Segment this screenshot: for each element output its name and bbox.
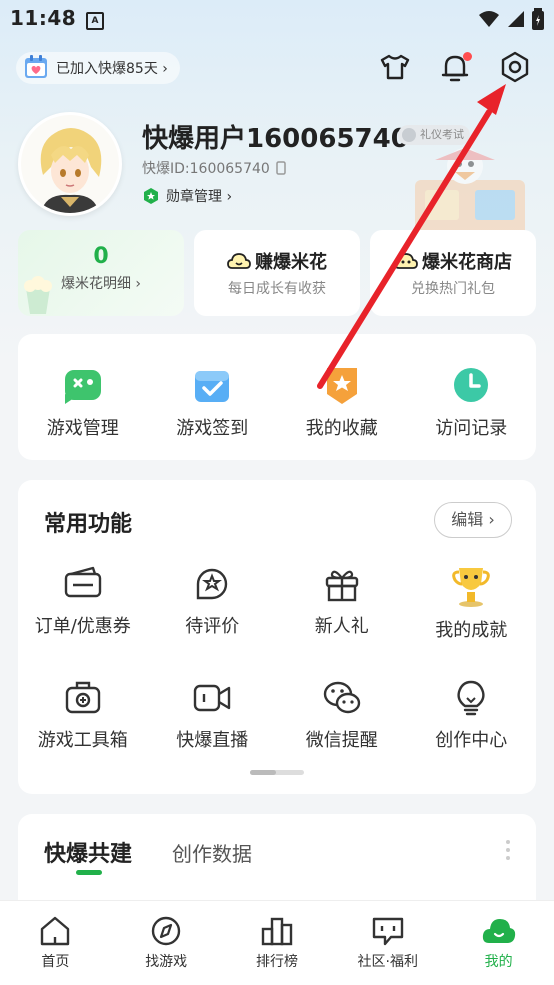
live-stream-label: 快爆直播 <box>176 730 249 751</box>
tab-creation-data[interactable]: 创作数据 <box>172 838 252 867</box>
clock-icon <box>454 368 489 402</box>
game-management-label: 游戏管理 <box>46 418 119 439</box>
header-actions <box>378 50 532 84</box>
nav-find-games[interactable]: 找游戏 <box>116 901 216 985</box>
popcorn-shop-card[interactable]: 爆米花商店 兑换热门礼包 <box>370 230 536 316</box>
medal-badge-icon <box>144 188 158 204</box>
my-achievements-button[interactable]: 我的成就 <box>411 564 531 642</box>
visit-history-label: 访问记录 <box>435 418 508 439</box>
ranking-icon <box>261 917 293 946</box>
my-favorites-label: 我的收藏 <box>305 418 378 439</box>
status-time: 11:48 <box>10 6 77 30</box>
popcorn-shop-title: 爆米花商店 <box>422 252 512 273</box>
orders-coupons-button[interactable]: 订单/优惠券 <box>23 564 143 642</box>
popcorn-shop-subtitle: 兑换热门礼包 <box>411 281 495 297</box>
tab-co-build-label: 快爆共建 <box>44 842 133 867</box>
game-checkin-button[interactable]: 游戏签到 <box>157 364 267 440</box>
theme-decoration-illustration <box>415 148 525 240</box>
popcorn-icon <box>24 276 52 314</box>
common-functions-card: 常用功能 编辑 › 订单/优惠券 待评价 新人礼 我的成就 游戏工具箱 快爆直播 <box>18 480 536 794</box>
nav-rankings-label: 排行榜 <box>255 954 298 970</box>
signal-icon <box>508 11 524 27</box>
quick-actions-card: 游戏管理 游戏签到 我的收藏 访问记录 <box>18 334 536 460</box>
status-bar: 11:48 A <box>0 0 554 40</box>
gamepad-icon <box>64 370 101 404</box>
settings-icon[interactable] <box>498 50 532 84</box>
shirt-icon[interactable] <box>378 50 412 84</box>
notification-dot <box>463 52 472 61</box>
calendar-heart-icon <box>25 55 47 78</box>
user-id: 快爆ID:160065740 <box>142 161 270 177</box>
trophy-icon <box>452 568 491 607</box>
pending-reviews-button[interactable]: 待评价 <box>152 564 272 642</box>
nav-find-games-label: 找游戏 <box>145 954 188 970</box>
joined-days-pill[interactable]: 已加入快爆85天 › <box>16 52 180 84</box>
tab-co-build[interactable]: 快爆共建 <box>44 836 133 875</box>
home-icon <box>41 916 70 946</box>
battery-icon <box>532 8 544 30</box>
nav-community-welfare[interactable]: 社区·福利 <box>338 901 438 985</box>
avatar-image <box>21 115 119 213</box>
bell-icon[interactable] <box>438 50 472 84</box>
a-notification-icon: A <box>86 12 104 30</box>
game-toolbox-label: 游戏工具箱 <box>37 730 128 751</box>
newcomer-gift-button[interactable]: 新人礼 <box>282 564 402 642</box>
toolbox-icon <box>65 681 100 714</box>
video-camera-icon <box>194 684 231 712</box>
nav-home-label: 首页 <box>41 954 70 970</box>
creation-center-button[interactable]: 创作中心 <box>411 678 531 752</box>
nav-community-welfare-label: 社区·福利 <box>357 954 418 970</box>
gift-icon <box>325 570 358 602</box>
common-functions-title: 常用功能 <box>44 512 133 537</box>
game-management-button[interactable]: 游戏管理 <box>28 364 138 440</box>
username: 快爆用户160065740 <box>142 124 409 154</box>
phone-icon <box>276 161 286 175</box>
cloud-smile-icon <box>227 253 251 269</box>
user-id-row: 快爆ID:160065740 <box>142 158 286 178</box>
medal-management-label: 勋章管理 › <box>166 189 233 205</box>
nav-rankings[interactable]: 排行榜 <box>227 901 327 985</box>
nav-me-label: 我的 <box>484 954 513 970</box>
pending-reviews-label: 待评价 <box>185 616 240 637</box>
orders-coupons-label: 订单/优惠券 <box>34 616 131 637</box>
wechat-icon <box>323 681 360 714</box>
wechat-reminder-button[interactable]: 微信提醒 <box>282 678 402 752</box>
popcorn-count: 0 <box>93 244 109 269</box>
creation-center-label: 创作中心 <box>435 730 508 751</box>
joined-days-label: 已加入快爆85天 › <box>56 61 168 77</box>
live-stream-button[interactable]: 快爆直播 <box>152 678 272 752</box>
nav-home[interactable]: 首页 <box>5 901 105 985</box>
newcomer-gift-label: 新人礼 <box>314 616 369 637</box>
earn-popcorn-subtitle: 每日成长有收获 <box>228 281 326 297</box>
my-favorites-button[interactable]: 我的收藏 <box>287 364 397 440</box>
wechat-reminder-label: 微信提醒 <box>305 730 378 751</box>
shop-cloud-icon <box>394 253 418 269</box>
page-indicator <box>250 770 304 775</box>
earn-popcorn-card[interactable]: 赚爆米花 每日成长有收获 <box>194 230 360 316</box>
edit-button[interactable]: 编辑 › <box>434 502 512 538</box>
calendar-check-icon <box>195 371 230 402</box>
game-toolbox-button[interactable]: 游戏工具箱 <box>23 678 143 752</box>
rating-icon <box>197 568 228 600</box>
medal-management-link[interactable]: 勋章管理 › <box>142 186 232 206</box>
ticket-icon <box>64 566 101 598</box>
star-badge-icon <box>326 368 357 404</box>
bottom-navigation: 首页 找游戏 排行榜 社区·福利 我的 <box>0 900 554 985</box>
popcorn-detail-card[interactable]: 0 爆米花明细 › <box>18 230 184 316</box>
earn-popcorn-title: 赚爆米花 <box>255 252 327 273</box>
wifi-icon <box>479 11 499 27</box>
more-options-icon[interactable] <box>506 840 512 864</box>
status-icons <box>478 8 544 30</box>
lightbulb-icon <box>457 680 485 716</box>
visit-history-button[interactable]: 访问记录 <box>416 364 526 440</box>
profile-cloud-icon <box>482 919 515 943</box>
game-checkin-label: 游戏签到 <box>176 418 249 439</box>
compass-icon <box>151 916 181 946</box>
nav-me[interactable]: 我的 <box>449 901 549 985</box>
avatar[interactable] <box>18 112 122 216</box>
community-icon <box>372 917 403 946</box>
my-achievements-label: 我的成就 <box>435 620 508 641</box>
active-tab-underline <box>76 870 102 875</box>
